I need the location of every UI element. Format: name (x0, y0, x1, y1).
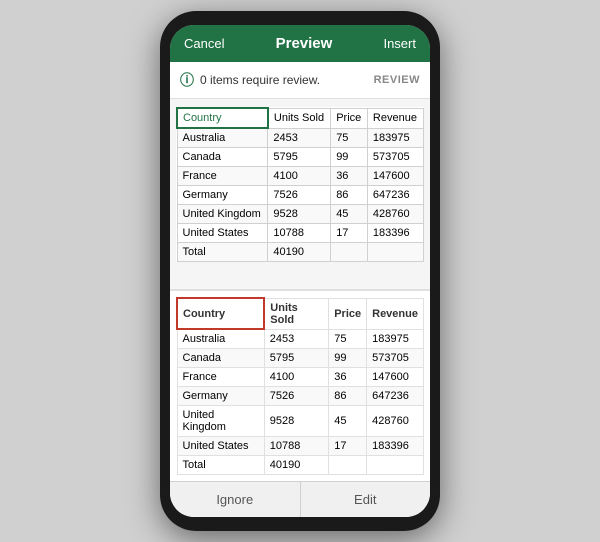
table-cell: 99 (331, 148, 368, 167)
table-cell: 36 (331, 167, 368, 186)
table-row: United Kingdom952845428760 (177, 205, 424, 224)
col-header-revenue: Revenue (367, 108, 423, 128)
preview-table: Country Units Sold Price Revenue Austral… (176, 107, 424, 262)
table-cell: Germany (177, 186, 268, 205)
table-cell: 17 (331, 224, 368, 243)
table-cell: United Kingdom (177, 205, 268, 224)
table-cell: Total (177, 243, 268, 262)
col-header-units: Units Sold (268, 108, 331, 128)
table-cell: 7526 (264, 387, 328, 406)
table-cell: 183396 (367, 437, 424, 456)
table-cell: 183975 (367, 329, 424, 349)
comp-col-header-units: Units Sold (264, 298, 328, 329)
table-cell: 75 (329, 329, 367, 349)
table-cell: 86 (329, 387, 367, 406)
table-cell: United Kingdom (177, 406, 264, 437)
table-cell: 9528 (264, 406, 328, 437)
table-cell: 2453 (268, 128, 331, 148)
table-cell: 40190 (268, 243, 331, 262)
table-row: France410036147600 (177, 167, 424, 186)
table-cell: Germany (177, 387, 264, 406)
table-cell: 75 (331, 128, 368, 148)
table-cell: 183975 (367, 128, 423, 148)
table-cell: 5795 (264, 349, 328, 368)
table-cell: 183396 (367, 224, 423, 243)
table-cell (331, 243, 368, 262)
table-cell: 9528 (268, 205, 331, 224)
comp-col-header-revenue: Revenue (367, 298, 424, 329)
col-header-country: Country (177, 108, 268, 128)
ignore-button[interactable]: Ignore (170, 482, 300, 517)
table-cell: Australia (177, 329, 264, 349)
table-cell: 2453 (264, 329, 328, 349)
table-cell: 10788 (268, 224, 331, 243)
table-cell: 573705 (367, 148, 423, 167)
table-row: Total40190 (177, 243, 424, 262)
table-row: France410036147600 (177, 368, 424, 387)
header-bar: Cancel Preview Insert (170, 25, 430, 62)
table-cell: 647236 (367, 387, 424, 406)
table-cell: 4100 (264, 368, 328, 387)
screen: Cancel Preview Insert ⓘ 0 items require … (170, 25, 430, 517)
table-cell: 147600 (367, 368, 424, 387)
table-cell: Total (177, 456, 264, 475)
table-cell: Canada (177, 349, 264, 368)
table-row: Germany752686647236 (177, 186, 424, 205)
info-icon: ⓘ (180, 70, 194, 90)
table-cell: Australia (177, 128, 268, 148)
table-row: Canada579599573705 (177, 148, 424, 167)
review-banner: ⓘ 0 items require review. REVIEW (170, 62, 430, 99)
edit-button[interactable]: Edit (301, 482, 431, 517)
table-cell: France (177, 368, 264, 387)
table-cell: 147600 (367, 167, 423, 186)
table-cell: Canada (177, 148, 268, 167)
review-message: 0 items require review. (200, 73, 368, 87)
table-cell: 5795 (268, 148, 331, 167)
table-row: Australia245375183975 (177, 329, 424, 349)
table-row: Australia245375183975 (177, 128, 424, 148)
table-row: United States1078817183396 (177, 437, 424, 456)
table-cell: 4100 (268, 167, 331, 186)
review-link[interactable]: REVIEW (374, 74, 420, 86)
table-cell: United States (177, 437, 264, 456)
table-row: United Kingdom952845428760 (177, 406, 424, 437)
cancel-button[interactable]: Cancel (184, 36, 224, 51)
table-cell: 40190 (264, 456, 328, 475)
col-header-price: Price (331, 108, 368, 128)
page-title: Preview (276, 35, 333, 52)
table-cell: 7526 (268, 186, 331, 205)
table-cell: 573705 (367, 349, 424, 368)
comp-col-header-price: Price (329, 298, 367, 329)
table-cell (367, 243, 423, 262)
insert-button[interactable]: Insert (383, 36, 416, 51)
table-cell (367, 456, 424, 475)
table-cell: 10788 (264, 437, 328, 456)
table-cell: 99 (329, 349, 367, 368)
phone-frame: Cancel Preview Insert ⓘ 0 items require … (160, 11, 440, 531)
comp-col-header-country: Country (177, 298, 264, 329)
table-cell: 86 (331, 186, 368, 205)
table-cell (329, 456, 367, 475)
table-row: Total40190 (177, 456, 424, 475)
table-cell: 36 (329, 368, 367, 387)
table-cell: 428760 (367, 205, 423, 224)
comparison-section: Country Units Sold Price Revenue Austral… (170, 289, 430, 481)
action-bar: Ignore Edit (170, 481, 430, 517)
table-cell: 45 (329, 406, 367, 437)
table-cell: 428760 (367, 406, 424, 437)
preview-section: Country Units Sold Price Revenue Austral… (170, 99, 430, 289)
table-row: United States1078817183396 (177, 224, 424, 243)
table-cell: 647236 (367, 186, 423, 205)
table-row: Germany752686647236 (177, 387, 424, 406)
table-cell: France (177, 167, 268, 186)
table-cell: 45 (331, 205, 368, 224)
table-cell: United States (177, 224, 268, 243)
table-row: Canada579599573705 (177, 349, 424, 368)
table-cell: 17 (329, 437, 367, 456)
comparison-table: Country Units Sold Price Revenue Austral… (176, 297, 424, 475)
